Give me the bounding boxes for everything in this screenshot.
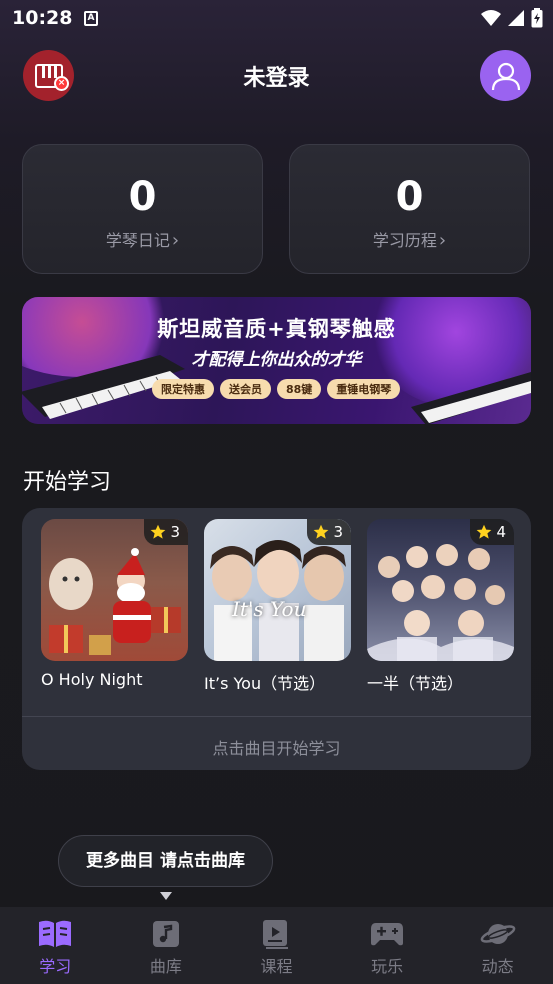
signal-icon: [508, 10, 524, 26]
learning-history-card[interactable]: 0 学习历程 ›: [289, 144, 530, 274]
wifi-icon: [481, 10, 501, 26]
star-icon: [314, 524, 329, 539]
planet-icon: [480, 924, 515, 944]
banner-tag: 送会员: [220, 379, 271, 399]
banner-tag: 限定特惠: [152, 379, 214, 399]
divider: [22, 716, 531, 717]
music-note-icon: [152, 921, 179, 947]
banner-title: 斯坦威音质+真钢琴触感: [157, 317, 396, 341]
piano-diary-count: 0: [128, 174, 157, 220]
nav-label: 玩乐: [371, 957, 404, 976]
user-avatar-button[interactable]: [480, 50, 531, 101]
song-difficulty-badge: 4: [470, 519, 514, 545]
song-cover: 4: [367, 519, 514, 661]
nav-tab-feed[interactable]: 动态: [442, 907, 553, 984]
notification-a-icon: A: [84, 11, 98, 26]
song-difficulty-badge: 3: [144, 519, 188, 545]
song-cover: It's You 3: [204, 519, 351, 661]
status-time: 10:28: [12, 7, 73, 29]
user-icon: [491, 62, 520, 90]
song-cover: 3: [41, 519, 188, 661]
gamepad-icon: [371, 923, 404, 946]
library-tooltip[interactable]: 更多曲目 请点击曲库: [58, 835, 273, 887]
nav-tab-courses[interactable]: 课程: [221, 907, 332, 984]
status-icons: [481, 8, 543, 28]
banner-tag: 重锤电钢琴: [327, 379, 401, 399]
piano-diary-label: 学琴日记 ›: [105, 230, 180, 251]
song-card-its-you[interactable]: It's You 3 It’s You（节选）: [204, 519, 351, 694]
banner-tags: 限定特惠 送会员 88键 重锤电钢琴: [152, 379, 401, 399]
video-course-icon: [263, 920, 289, 949]
promo-banner[interactable]: 斯坦威音质+真钢琴触感 才配得上你出众的才华 限定特惠 送会员 88键 重锤电钢…: [22, 297, 531, 424]
keyboard-illustration-right: [411, 372, 531, 424]
star-icon: [151, 524, 166, 539]
nav-tab-play[interactable]: 玩乐: [332, 907, 443, 984]
learning-history-label: 学习历程 ›: [372, 230, 447, 251]
book-icon: [39, 920, 72, 947]
nav-label: 课程: [260, 957, 293, 976]
nav-tab-library[interactable]: 曲库: [111, 907, 222, 984]
song-card-o-holy-night[interactable]: 3 O Holy Night: [41, 519, 188, 689]
star-icon: [477, 524, 492, 539]
piano-diary-card[interactable]: 0 学琴日记 ›: [22, 144, 263, 274]
nav-tab-learn[interactable]: 学习: [0, 907, 111, 984]
nav-label: 学习: [39, 957, 72, 976]
learning-history-count: 0: [395, 174, 424, 220]
cover-title-text: It's You: [232, 597, 307, 621]
status-bar: 10:28 A: [0, 0, 553, 36]
banner-subtitle: 才配得上你出众的才华: [191, 350, 362, 370]
nav-label: 曲库: [149, 957, 182, 976]
bottom-nav: 学习 曲库 课程 玩乐 动态: [0, 907, 553, 984]
song-title: It’s You（节选）: [204, 674, 326, 693]
page-title: 未登录: [243, 66, 310, 91]
song-title: O Holy Night: [41, 670, 143, 689]
song-card-yi-ban[interactable]: 4 一半（节选）: [367, 519, 514, 694]
banner-tag: 88键: [277, 379, 322, 399]
tooltip-arrow: [160, 892, 172, 900]
chevron-right-icon: ›: [171, 230, 180, 251]
nav-label: 动态: [481, 957, 514, 976]
battery-icon: [531, 8, 543, 28]
song-difficulty-badge: 3: [307, 519, 351, 545]
song-title: 一半（节选）: [367, 674, 464, 693]
section-title: 开始学习: [23, 470, 112, 495]
songs-panel: 3 O Holy Night It's You 3 It’s You（节选） 4…: [22, 508, 531, 770]
chevron-right-icon: ›: [438, 230, 447, 251]
start-learning-hint: 点击曲目开始学习: [212, 739, 341, 758]
